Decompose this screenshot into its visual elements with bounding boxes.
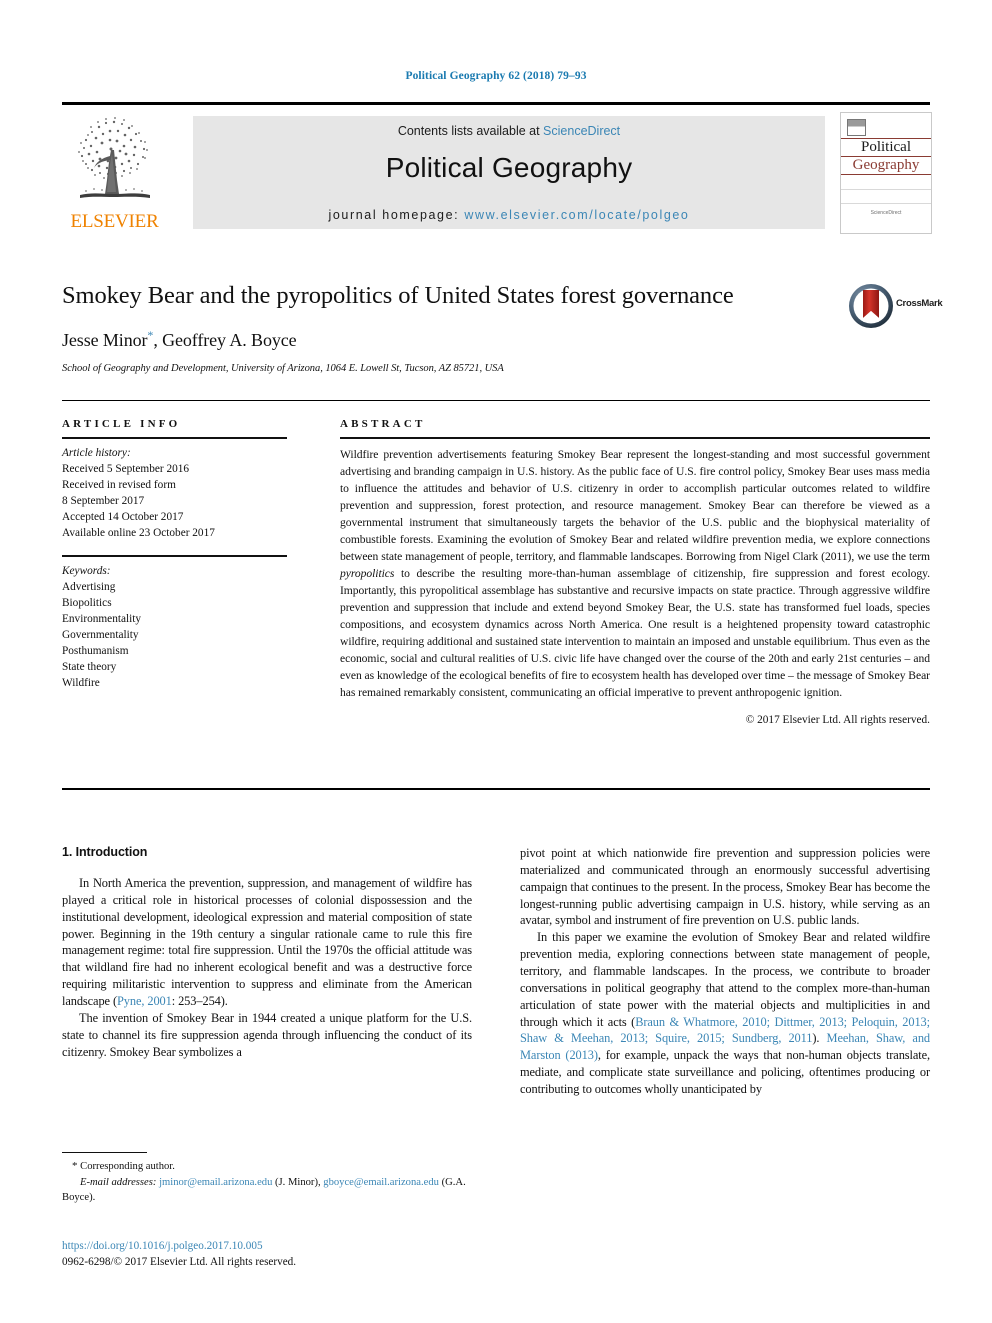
panel-bottom-rule: [62, 788, 930, 790]
keyword-item: State theory: [62, 661, 117, 674]
abstract-part-1: Wildfire prevention advertisements featu…: [340, 448, 930, 564]
footnote-text: * Corresponding author. E-mail addresses…: [62, 1159, 472, 1205]
email1-owner: (J. Minor),: [272, 1176, 324, 1188]
abstract-column: ABSTRACT Wildfire prevention advertiseme…: [340, 418, 930, 726]
cover-rule: [841, 203, 931, 204]
journal-title: Political Geography: [385, 152, 633, 183]
abstract-copyright: © 2017 Elsevier Ltd. All rights reserved…: [745, 714, 930, 727]
email-link-boyce[interactable]: gboyce@email.arizona.edu: [323, 1177, 439, 1188]
article-info-rule: [62, 437, 287, 439]
keyword-item: Advertising: [62, 581, 116, 594]
intro-paragraph-1: In North America the prevention, suppres…: [62, 875, 472, 1010]
journal-homepage-line: journal homepage: www.elsevier.com/locat…: [193, 208, 825, 222]
email-link-minor[interactable]: jminor@email.arizona.edu: [159, 1177, 272, 1188]
elsevier-tree-icon: [66, 110, 162, 206]
keywords-rule: [62, 555, 287, 558]
running-head: Political Geography 62 (2018) 79–93: [405, 70, 587, 82]
corresponding-author-note: * Corresponding author.: [62, 1159, 472, 1175]
article-history-label: Article history:: [62, 447, 131, 459]
abstract-heading: ABSTRACT: [340, 418, 426, 430]
article-info-column: ARTICLE INFO Article history: Received 5…: [62, 418, 287, 691]
intro-paragraph-4: In this paper we examine the evolution o…: [520, 929, 930, 1098]
footer-doi-block: https://doi.org/10.1016/j.polgeo.2017.10…: [62, 1238, 492, 1270]
crossmark-badge[interactable]: CrossMark: [848, 283, 948, 329]
contents-available-line: Contents lists available at ScienceDirec…: [193, 124, 825, 138]
intro-p1-part1: In North America the prevention, suppres…: [62, 876, 472, 1009]
author-list: Jesse Minor*, Geoffrey A. Boyce: [62, 328, 930, 351]
asterisk-icon: *: [72, 1160, 78, 1172]
title-block: Smokey Bear and the pyropolitics of Unit…: [62, 282, 943, 374]
keywords-block: Keywords: Advertising Biopolitics Enviro…: [62, 563, 287, 691]
contents-prefix: Contents lists available at: [397, 124, 544, 138]
footnote-block: * Corresponding author. E-mail addresses…: [62, 1152, 472, 1205]
abstract-part-2: to describe the resulting more-than-huma…: [340, 567, 930, 700]
cover-title-line-1: Political: [861, 139, 911, 155]
corresponding-author-label: Corresponding author.: [80, 1161, 175, 1172]
keyword-item: Environmentality: [62, 613, 142, 626]
history-item: Received 5 September 2016: [62, 463, 190, 476]
keywords-label: Keywords:: [62, 565, 111, 578]
cover-rule: [841, 174, 931, 175]
article-history-block: Article history: Received 5 September 20…: [62, 445, 287, 541]
affiliation: School of Geography and Development, Uni…: [62, 362, 504, 374]
intro-p1-part2: : 253–254).: [171, 994, 228, 1009]
email-addresses-note: E-mail addresses: jminor@email.arizona.e…: [62, 1175, 472, 1205]
history-item: Accepted 14 October 2017: [62, 511, 184, 524]
keyword-item: Posthumanism: [62, 645, 129, 658]
abstract-rule: [340, 437, 930, 439]
doi-link[interactable]: https://doi.org/10.1016/j.polgeo.2017.10…: [62, 1238, 492, 1254]
section-heading-introduction: 1. Introduction: [62, 845, 148, 859]
author-names: Jesse Minor*, Geoffrey A. Boyce: [62, 327, 297, 350]
intro-paragraph-3: pivot point at which nationwide fire pre…: [520, 846, 930, 928]
intro-p4-part2: ).: [812, 1031, 827, 1046]
crossmark-label: CrossMark: [896, 298, 943, 309]
journal-homepage-link[interactable]: www.elsevier.com/locate/polgeo: [464, 208, 689, 222]
cover-rule: [841, 189, 931, 190]
keyword-item: Wildfire: [62, 677, 100, 690]
abstract-text: Wildfire prevention advertisements featu…: [340, 446, 930, 701]
keyword-item: Biopolitics: [62, 597, 112, 610]
crossmark-icon: [849, 284, 893, 328]
issn-copyright-line: 0962-6298/© 2017 Elsevier Ltd. All right…: [62, 1256, 297, 1269]
elsevier-logo: ELSEVIER: [62, 110, 167, 232]
journal-cover-thumbnail: Political Geography ScienceDirect: [840, 112, 932, 234]
history-item: Available online 23 October 2017: [62, 527, 215, 540]
page-title: Smokey Bear and the pyropolitics of Unit…: [62, 282, 734, 309]
history-item: 8 September 2017: [62, 495, 145, 508]
elsevier-wordmark: ELSEVIER: [70, 211, 159, 232]
cover-footer-label: ScienceDirect: [870, 210, 902, 216]
article-first-page: Political Geography 62 (2018) 79–93 ELSE…: [0, 0, 992, 1323]
corresponding-author-marker[interactable]: *: [147, 328, 153, 342]
history-item: Received in revised form: [62, 479, 176, 492]
journal-masthead: ELSEVIER Contents lists available at Sci…: [62, 102, 932, 234]
article-info-heading: ARTICLE INFO: [62, 418, 181, 430]
intro-paragraph-2: The invention of Smokey Bear in 1944 cre…: [62, 1010, 472, 1059]
footnote-rule: [62, 1152, 147, 1153]
keyword-item: Governmentality: [62, 629, 139, 642]
cover-emblem-icon: [847, 119, 866, 136]
masthead-top-rule: [62, 102, 930, 105]
left-column: 1. Introduction In North America the pre…: [62, 845, 472, 1060]
abstract-italic-term: pyropolitics: [340, 567, 395, 581]
email-addresses-label: E-mail addresses:: [80, 1176, 157, 1188]
homepage-prefix: journal homepage:: [328, 208, 465, 222]
citation-link[interactable]: Pyne, 2001: [117, 994, 172, 1008]
cover-title-line-2: Geography: [852, 157, 920, 173]
sciencedirect-link[interactable]: ScienceDirect: [543, 124, 620, 138]
right-column: pivot point at which nationwide fire pre…: [520, 845, 930, 1098]
panel-top-rule: [62, 400, 930, 401]
